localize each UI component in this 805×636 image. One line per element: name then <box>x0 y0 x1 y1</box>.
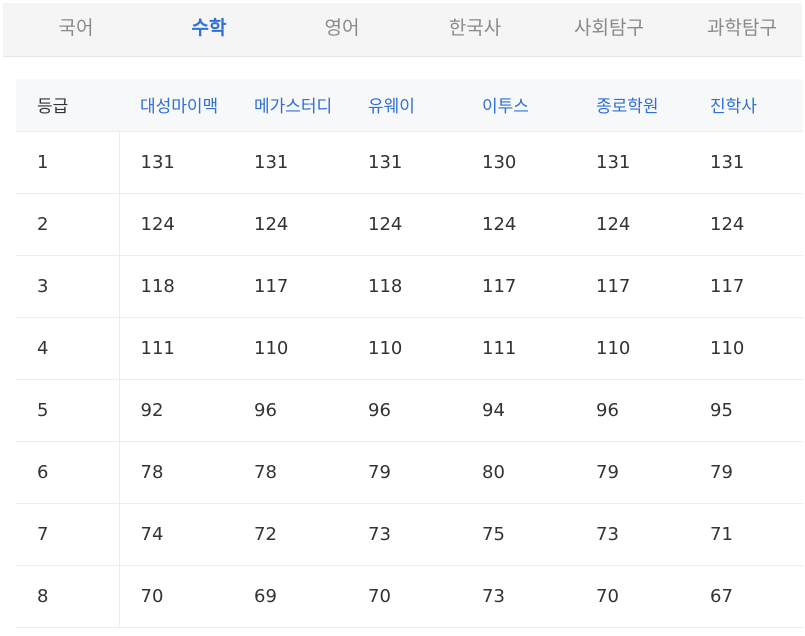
table-row: 3 118 117 118 117 117 117 <box>16 255 803 317</box>
score-cell: 111 <box>482 337 517 359</box>
table-row: 5 92 96 96 94 96 95 <box>16 379 803 441</box>
score-cell: 131 <box>368 151 403 173</box>
score-cell: 117 <box>482 275 517 297</box>
score-cell: 131 <box>254 151 289 173</box>
score-cell: 124 <box>710 213 745 235</box>
score-cell: 79 <box>710 461 733 483</box>
table-row: 1 131 131 131 130 131 131 <box>16 131 803 193</box>
tab-korean[interactable]: 국어 <box>59 3 94 56</box>
provider-header[interactable]: 종로학원 <box>575 79 689 131</box>
score-cell: 67 <box>710 585 733 607</box>
grade-cell: 7 <box>16 503 120 565</box>
score-cell: 73 <box>368 523 391 545</box>
grade-cell: 4 <box>16 317 120 379</box>
grade-cell: 1 <box>16 131 120 193</box>
score-cell: 111 <box>140 337 175 359</box>
score-cell: 96 <box>368 399 391 421</box>
grade-cell: 8 <box>16 565 120 627</box>
score-cell: 73 <box>596 523 619 545</box>
score-cell: 70 <box>596 585 619 607</box>
score-cell: 94 <box>482 399 505 421</box>
provider-header[interactable]: 유웨이 <box>347 79 461 131</box>
score-cell: 95 <box>710 399 733 421</box>
grade-cell: 5 <box>16 379 120 441</box>
grade-column-header: 등급 <box>37 97 69 118</box>
table-row: 8 70 69 70 73 70 67 <box>16 565 803 627</box>
grade-cutoff-table: 등급 대성마이맥 메가스터디 유웨이 이투스 종로학원 진학사 1 131 131 1… <box>16 79 803 628</box>
score-cell: 110 <box>596 337 631 359</box>
score-cell: 110 <box>368 337 403 359</box>
score-cell: 70 <box>368 585 391 607</box>
table-header-row: 등급 대성마이맥 메가스터디 유웨이 이투스 종로학원 진학사 <box>16 79 803 131</box>
score-cell: 73 <box>482 585 505 607</box>
score-cell: 110 <box>254 337 289 359</box>
table-row: 7 74 72 73 75 73 71 <box>16 503 803 565</box>
score-cell: 131 <box>596 151 631 173</box>
score-cell: 124 <box>368 213 403 235</box>
table-row: 4 111 110 110 111 110 110 <box>16 317 803 379</box>
score-cell: 124 <box>140 213 175 235</box>
score-cell: 124 <box>482 213 517 235</box>
tab-english[interactable]: 영어 <box>325 3 360 56</box>
score-cell: 110 <box>710 337 745 359</box>
provider-header[interactable]: 이투스 <box>461 79 575 131</box>
provider-header[interactable]: 대성마이맥 <box>119 79 233 131</box>
score-cell: 96 <box>254 399 277 421</box>
grade-cell: 3 <box>16 255 120 317</box>
score-cell: 69 <box>254 585 277 607</box>
grade-cell: 6 <box>16 441 120 503</box>
grade-cell: 2 <box>16 193 120 255</box>
provider-header[interactable]: 진학사 <box>689 79 803 131</box>
score-cell: 72 <box>254 523 277 545</box>
score-cell: 78 <box>254 461 277 483</box>
score-cell: 131 <box>140 151 175 173</box>
score-cell: 75 <box>482 523 505 545</box>
score-cell: 118 <box>140 275 175 297</box>
tab-social-studies[interactable]: 사회탐구 <box>574 3 644 56</box>
score-cell: 124 <box>254 213 289 235</box>
score-cell: 117 <box>710 275 745 297</box>
tab-korean-history[interactable]: 한국사 <box>449 3 501 56</box>
grade-cutoff-table-container: 등급 대성마이맥 메가스터디 유웨이 이투스 종로학원 진학사 1 131 131 1… <box>16 79 803 628</box>
score-cell: 124 <box>596 213 631 235</box>
score-cell: 117 <box>596 275 631 297</box>
score-cell: 92 <box>140 399 164 421</box>
score-cell: 131 <box>710 151 745 173</box>
score-cell: 79 <box>596 461 619 483</box>
subject-tab-bar: 국어 수학 영어 한국사 사회탐구 과학탐구 <box>3 3 802 57</box>
table-row: 2 124 124 124 124 124 124 <box>16 193 803 255</box>
score-cell: 79 <box>368 461 391 483</box>
score-cell: 130 <box>482 151 517 173</box>
provider-header[interactable]: 메가스터디 <box>233 79 347 131</box>
score-cell: 71 <box>710 523 733 545</box>
score-cell: 70 <box>140 585 164 607</box>
table-row: 6 78 78 79 80 79 79 <box>16 441 803 503</box>
score-cell: 80 <box>482 461 505 483</box>
table-body: 1 131 131 131 130 131 131 2 124 124 124 124 124 124 3 1… <box>16 131 803 627</box>
score-cell: 74 <box>140 523 164 545</box>
score-cell: 96 <box>596 399 619 421</box>
score-cell: 118 <box>368 275 403 297</box>
tab-science[interactable]: 과학탐구 <box>707 3 777 56</box>
score-cell: 117 <box>254 275 289 297</box>
tab-math[interactable]: 수학 <box>192 3 227 56</box>
score-cell: 78 <box>140 461 164 483</box>
